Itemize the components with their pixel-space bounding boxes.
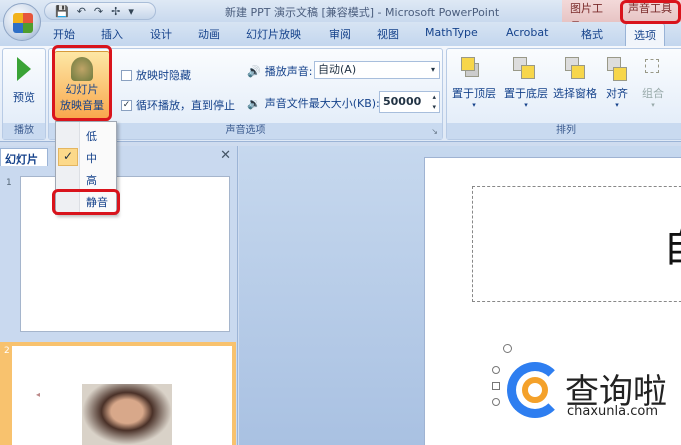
max-size-spinner[interactable]: 50000 ▴ ▾ xyxy=(379,91,440,113)
tab-home[interactable]: 开始 xyxy=(53,26,75,42)
selection-pane-label: 选择窗格 xyxy=(553,87,597,100)
spinner-arrows-icon[interactable]: ▴ ▾ xyxy=(432,92,436,112)
office-button[interactable] xyxy=(3,3,41,41)
align-icon xyxy=(599,53,635,85)
slide-canvas[interactable]: 自 查询啦 chaxunla.com xyxy=(424,157,681,445)
group-label-arrange: 排列 xyxy=(447,123,681,139)
redo-icon[interactable]: ↷ xyxy=(94,5,103,18)
resize-handle[interactable] xyxy=(492,398,500,406)
ribbon-tabs: 开始 插入 设计 动画 幻灯片放映 审阅 视图 MathType Acrobat… xyxy=(0,22,681,46)
loop-checkbox[interactable]: ✓ 循环播放，直到停止 xyxy=(121,97,235,113)
menu-item-high[interactable]: 高 xyxy=(86,172,97,188)
slide-number: 2 xyxy=(4,346,10,356)
close-pane-icon[interactable]: ✕ xyxy=(220,148,231,163)
max-size-value: 50000 xyxy=(383,95,422,108)
send-to-back-button[interactable]: 置于底层 ▾ xyxy=(501,53,551,109)
checkbox-box[interactable]: ✓ xyxy=(121,99,132,111)
group-label: 组合 xyxy=(642,87,664,100)
resize-handle[interactable] xyxy=(492,366,500,374)
preview-label: 预览 xyxy=(13,91,35,104)
resize-handle[interactable] xyxy=(492,382,500,390)
customize-qat-icon[interactable]: ▾ xyxy=(128,5,134,18)
group-arrange: 置于顶层 ▾ 置于底层 ▾ 选择窗格 对齐 ▾ 组合 ▾ 排列 xyxy=(446,48,681,140)
send-back-icon xyxy=(501,53,551,85)
tab-options[interactable]: 选项 xyxy=(625,23,665,46)
bring-front-label: 置于顶层 xyxy=(452,87,496,100)
group-icon xyxy=(635,53,671,85)
preview-button[interactable]: 预览 xyxy=(3,57,45,105)
slides-tab[interactable]: 幻灯片 xyxy=(0,148,48,166)
play-sound-icon: 🔊 xyxy=(247,64,261,78)
title-bar: 💾 ↶ ↷ ✢ ▾ 新建 PPT 演示文稿 [兼容模式] - Microsoft… xyxy=(0,0,681,33)
play-icon xyxy=(17,57,31,81)
max-size-text: 声音文件最大大小(KB): xyxy=(264,97,380,110)
tab-format[interactable]: 格式 xyxy=(581,26,603,42)
tab-animation[interactable]: 动画 xyxy=(198,26,220,42)
bring-front-icon xyxy=(449,53,499,85)
menu-item-medium[interactable]: 中 xyxy=(86,150,97,166)
quick-access-toolbar: 💾 ↶ ↷ ✢ ▾ xyxy=(44,2,156,20)
group-button[interactable]: 组合 ▾ xyxy=(635,53,671,109)
dialog-launcher-icon[interactable]: ↘ xyxy=(431,127,438,136)
rotate-handle-icon[interactable] xyxy=(503,344,512,353)
tab-acrobat[interactable]: Acrobat xyxy=(506,26,548,39)
checkbox-box[interactable] xyxy=(121,69,132,81)
play-sound-value: 自动(A) xyxy=(318,63,357,76)
pin-icon[interactable]: ✢ xyxy=(111,5,120,18)
undo-icon[interactable]: ↶ xyxy=(77,5,86,18)
office-logo-icon xyxy=(13,13,33,33)
save-icon[interactable]: 💾 xyxy=(55,5,69,18)
hide-during-show-checkbox[interactable]: 放映时隐藏 xyxy=(121,67,191,83)
slide-2-content: ◂ xyxy=(12,346,232,445)
tab-insert[interactable]: 插入 xyxy=(101,26,123,42)
tab-view[interactable]: 视图 xyxy=(377,26,399,42)
tab-design[interactable]: 设计 xyxy=(150,26,172,42)
group-play: 预览 播放 xyxy=(2,48,46,140)
bring-to-front-button[interactable]: 置于顶层 ▾ xyxy=(449,53,499,109)
play-sound-text: 播放声音: xyxy=(264,65,313,78)
tab-mathtype[interactable]: MathType xyxy=(425,26,478,39)
align-label: 对齐 xyxy=(606,87,628,100)
slide-number: 1 xyxy=(6,178,12,188)
portrait-photo xyxy=(82,384,172,445)
slide-thumbnail-2-selected[interactable]: 2 ◂ xyxy=(0,342,236,445)
send-back-label: 置于底层 xyxy=(504,87,548,100)
sound-file-icon: 🔉 xyxy=(247,96,261,110)
menu-item-low[interactable]: 低 xyxy=(86,128,97,144)
speaker-icon: ◂ xyxy=(36,390,41,399)
hide-label: 放映时隐藏 xyxy=(136,69,191,82)
highlight-sound-tools xyxy=(620,0,681,24)
title-text: 自 xyxy=(663,215,681,273)
check-icon: ✓ xyxy=(58,148,78,166)
play-sound-dropdown[interactable]: 自动(A) ▾ xyxy=(314,61,440,79)
highlight-volume-button xyxy=(52,45,112,121)
play-sound-label: 🔊 播放声音: xyxy=(247,63,312,79)
watermark-logo-icon xyxy=(507,362,563,418)
window-title: 新建 PPT 演示文稿 [兼容模式] - Microsoft PowerPoin… xyxy=(225,6,500,19)
highlight-mute xyxy=(52,189,120,215)
group-label-play: 播放 xyxy=(3,123,45,139)
watermark-url: chaxunla.com xyxy=(567,404,658,419)
align-button[interactable]: 对齐 ▾ xyxy=(599,53,635,109)
tab-slideshow[interactable]: 幻灯片放映 xyxy=(246,26,301,42)
chevron-down-icon: ▾ xyxy=(430,65,435,74)
context-tab-picture-tools: 图片工具 xyxy=(562,0,620,33)
selection-pane-icon xyxy=(551,53,599,85)
title-placeholder[interactable]: 自 xyxy=(472,186,681,302)
selection-pane-button[interactable]: 选择窗格 xyxy=(551,53,599,101)
tab-review[interactable]: 审阅 xyxy=(329,26,351,42)
loop-label: 循环播放，直到停止 xyxy=(136,99,235,112)
max-size-label: 🔉 声音文件最大大小(KB): xyxy=(247,95,380,111)
